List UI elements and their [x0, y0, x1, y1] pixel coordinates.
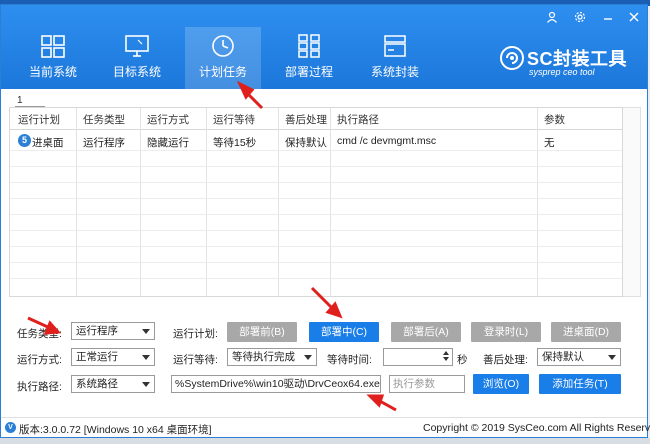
- run-mode-label: 运行方式:: [17, 354, 62, 366]
- logo-subtitle: sysprep ceo tool: [529, 67, 595, 77]
- copyright-text: Copyright © 2019 SysCeo.com All Rights R…: [423, 422, 650, 434]
- row-divider: [10, 198, 622, 199]
- row-divider: [10, 230, 622, 231]
- col-header-path[interactable]: 执行路径: [337, 112, 379, 127]
- after-process-select[interactable]: 保持默认: [537, 348, 621, 366]
- plan-during-deploy-button[interactable]: 部署中(C): [309, 322, 379, 342]
- windows-icon: [41, 35, 65, 58]
- row-divider: [10, 182, 622, 183]
- logo-mark-icon: [500, 46, 524, 70]
- monitor-icon: [125, 35, 149, 57]
- task-type-value: 运行程序: [76, 325, 118, 337]
- row-divider: [10, 278, 622, 279]
- after-process-value: 保持默认: [542, 351, 584, 363]
- wait-time-input[interactable]: [383, 348, 453, 366]
- table-row[interactable]: 5 进桌面 运行程序 隐藏运行 等待15秒 保持默认 cmd /c devmgm…: [10, 130, 622, 150]
- cell-after: 保持默认: [285, 137, 327, 149]
- app-window: 当前系统 目标系统 计划任务 部署过程 系统封装 SC封装工具 sysprep …: [0, 4, 650, 438]
- plan-after-deploy-button[interactable]: 部署后(A): [391, 322, 461, 342]
- nav-system-package[interactable]: 系统封装: [357, 27, 433, 89]
- nav-deploy-process[interactable]: 部署过程: [271, 27, 347, 89]
- table-scroll-area[interactable]: [623, 107, 641, 297]
- plan-on-desktop-button[interactable]: 进桌面(D): [551, 322, 621, 342]
- grid-icon: [298, 34, 320, 58]
- chevron-down-icon: [142, 382, 150, 387]
- tab-number[interactable]: 1: [17, 95, 23, 106]
- nav-label-deploy-process: 部署过程: [284, 65, 333, 79]
- status-bar: V 版本:3.0.0.72 [Windows 10 x64 桌面环境] Copy…: [1, 417, 650, 437]
- browse-button[interactable]: 浏览(O): [473, 374, 529, 394]
- task-type-label: 任务类型:: [17, 328, 62, 340]
- row-divider: [10, 214, 622, 215]
- settings-icon[interactable]: [571, 11, 589, 26]
- clock-icon: [212, 35, 234, 57]
- cell-path: cmd /c devmgmt.msc: [337, 135, 437, 147]
- run-wait-value: 等待执行完成: [232, 351, 295, 363]
- plan-badge: 5: [18, 134, 31, 147]
- nav-current-system[interactable]: 当前系统: [15, 27, 91, 89]
- nav-label-scheduled-tasks: 计划任务: [198, 65, 247, 79]
- table-header: 运行计划 任务类型 运行方式 运行等待 善后处理 执行路径 参数: [10, 108, 622, 130]
- version-icon: V: [5, 422, 16, 433]
- run-wait-label: 运行等待:: [173, 354, 218, 366]
- person-icon[interactable]: [543, 11, 561, 26]
- add-task-button[interactable]: 添加任务(T): [539, 374, 621, 394]
- exec-path-label: 执行路径:: [17, 381, 62, 393]
- chevron-down-icon: [142, 329, 150, 334]
- drive-icon: [384, 35, 406, 57]
- col-header-type[interactable]: 任务类型: [83, 112, 125, 127]
- nav-label-target-system: 目标系统: [112, 65, 161, 79]
- chevron-down-icon: [304, 355, 312, 360]
- cell-mode: 隐藏运行: [147, 137, 189, 149]
- plan-on-login-button[interactable]: 登录时(L): [471, 322, 541, 342]
- row-divider: [10, 150, 622, 151]
- cell-wait: 等待15秒: [213, 137, 257, 149]
- exec-param-input[interactable]: 执行参数: [389, 375, 465, 393]
- run-mode-select[interactable]: 正常运行: [71, 348, 155, 366]
- minimize-icon[interactable]: [599, 11, 617, 26]
- cell-plan: 进桌面: [32, 137, 64, 149]
- col-header-wait[interactable]: 运行等待: [213, 112, 255, 127]
- seconds-unit: 秒: [457, 354, 468, 366]
- taskbar-strip: [0, 438, 650, 444]
- chevron-down-icon: [608, 355, 616, 360]
- wait-time-label: 等待时间:: [327, 354, 372, 366]
- nav-label-system-package: 系统封装: [370, 65, 419, 79]
- col-header-mode[interactable]: 运行方式: [147, 112, 189, 127]
- exec-path-type-select[interactable]: 系统路径: [71, 375, 155, 393]
- task-type-select[interactable]: 运行程序: [71, 322, 155, 340]
- col-header-plan[interactable]: 运行计划: [18, 112, 60, 127]
- exec-path-type-value: 系统路径: [76, 378, 118, 390]
- after-process-label: 善后处理:: [483, 354, 528, 366]
- row-divider: [10, 246, 622, 247]
- close-icon[interactable]: [625, 11, 643, 26]
- cell-type: 运行程序: [83, 137, 125, 149]
- version-text: 版本:3.0.0.72 [Windows 10 x64 桌面环境]: [19, 424, 212, 436]
- row-divider: [10, 262, 622, 263]
- col-header-param[interactable]: 参数: [544, 112, 565, 127]
- run-plan-label: 运行计划:: [173, 328, 218, 340]
- cell-param: 无: [544, 137, 555, 149]
- nav-scheduled-tasks[interactable]: 计划任务: [185, 27, 261, 89]
- chevron-down-icon: [142, 355, 150, 360]
- header-bar: 当前系统 目标系统 计划任务 部署过程 系统封装 SC封装工具 sysprep …: [1, 5, 647, 89]
- plan-before-deploy-button[interactable]: 部署前(B): [227, 322, 297, 342]
- task-table: 运行计划 任务类型 运行方式 运行等待 善后处理 执行路径 参数 5 进桌面 运…: [9, 107, 623, 297]
- nav-label-current-system: 当前系统: [28, 65, 77, 79]
- run-wait-select[interactable]: 等待执行完成: [227, 348, 317, 366]
- run-mode-value: 正常运行: [76, 351, 118, 363]
- spin-arrows-icon[interactable]: [441, 350, 451, 364]
- row-divider: [10, 166, 622, 167]
- col-header-after[interactable]: 善后处理: [285, 112, 327, 127]
- nav-target-system[interactable]: 目标系统: [99, 27, 175, 89]
- exec-path-input[interactable]: %SystemDrive%\win10驱动\DrvCeox64.exe: [171, 375, 381, 393]
